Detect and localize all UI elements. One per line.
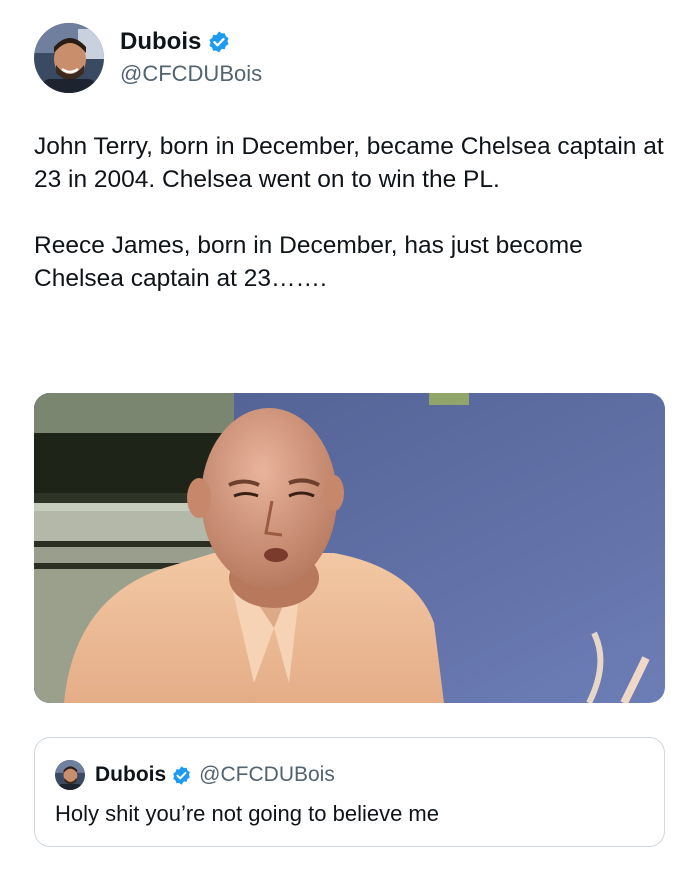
author-avatar[interactable] [34,23,104,93]
quoted-tweet-text: Holy shit you’re not going to believe me [55,801,439,826]
quoted-tweet-header: Dubois @CFCDUBois [55,760,335,790]
author-identity: Dubois @CFCDUBois [120,23,262,93]
quoted-author-display-name[interactable]: Dubois [95,763,166,787]
author-handle[interactable]: @CFCDUBois [120,59,262,89]
tweet: Dubois @CFCDUBois John Terry, born in De… [0,0,700,875]
author-name-row[interactable]: Dubois [120,27,262,57]
quoted-author-handle[interactable]: @CFCDUBois [199,763,335,787]
tweet-header: Dubois @CFCDUBois [34,22,262,94]
verified-badge-icon [207,30,231,54]
quoted-tweet-card[interactable]: Dubois @CFCDUBois Holy shit you’re not g… [34,737,665,847]
tweet-media-image[interactable] [34,393,665,703]
tweet-paragraph: Reece James, born in December, has just … [34,232,583,292]
verified-badge-icon [171,765,192,786]
tweet-text: John Terry, born in December, became Che… [34,130,666,295]
quoted-author-avatar[interactable] [55,760,85,790]
author-display-name[interactable]: Dubois [120,27,201,57]
tweet-paragraph: John Terry, born in December, became Che… [34,133,664,193]
